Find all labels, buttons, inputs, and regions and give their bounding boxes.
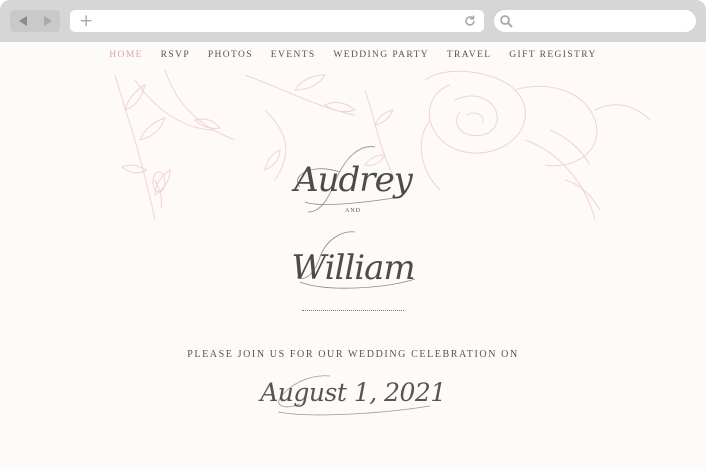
wedding-date: August 1, 2021 bbox=[260, 378, 446, 407]
nav-wedding-party[interactable]: WEDDING PARTY bbox=[333, 50, 429, 60]
new-tab-plus-icon[interactable]: + bbox=[79, 12, 93, 30]
nav-rsvp[interactable]: RSVP bbox=[161, 50, 190, 60]
address-bar[interactable]: + bbox=[70, 10, 484, 32]
browser-toolbar: + bbox=[0, 0, 706, 42]
history-buttons bbox=[10, 10, 60, 32]
back-arrow-icon[interactable] bbox=[18, 16, 27, 26]
nav-gift-registry[interactable]: GIFT REGISTRY bbox=[509, 50, 596, 60]
partner-two-name: William bbox=[291, 248, 415, 288]
search-icon bbox=[500, 15, 513, 28]
nav-home[interactable]: HOME bbox=[109, 50, 143, 60]
nav-travel[interactable]: TRAVEL bbox=[447, 50, 492, 60]
wedding-page: HOME RSVP PHOTOS EVENTS WEDDING PARTY TR… bbox=[0, 42, 706, 469]
invitation-text: PLEASE JOIN US FOR OUR WEDDING CELEBRATI… bbox=[187, 349, 519, 360]
partner-one-name: Audrey bbox=[294, 160, 413, 200]
nav-photos[interactable]: PHOTOS bbox=[208, 50, 253, 60]
reload-icon[interactable] bbox=[463, 14, 477, 28]
browser-window: + HOME RSVP PHOTOS EVENTS WEDDING PARTY … bbox=[0, 0, 706, 469]
and-connector: AND bbox=[345, 208, 361, 214]
search-bar[interactable] bbox=[494, 10, 696, 32]
nav-events[interactable]: EVENTS bbox=[271, 50, 316, 60]
site-nav: HOME RSVP PHOTOS EVENTS WEDDING PARTY TR… bbox=[0, 50, 706, 60]
dotted-divider bbox=[302, 310, 404, 311]
forward-arrow-icon[interactable] bbox=[43, 16, 52, 26]
